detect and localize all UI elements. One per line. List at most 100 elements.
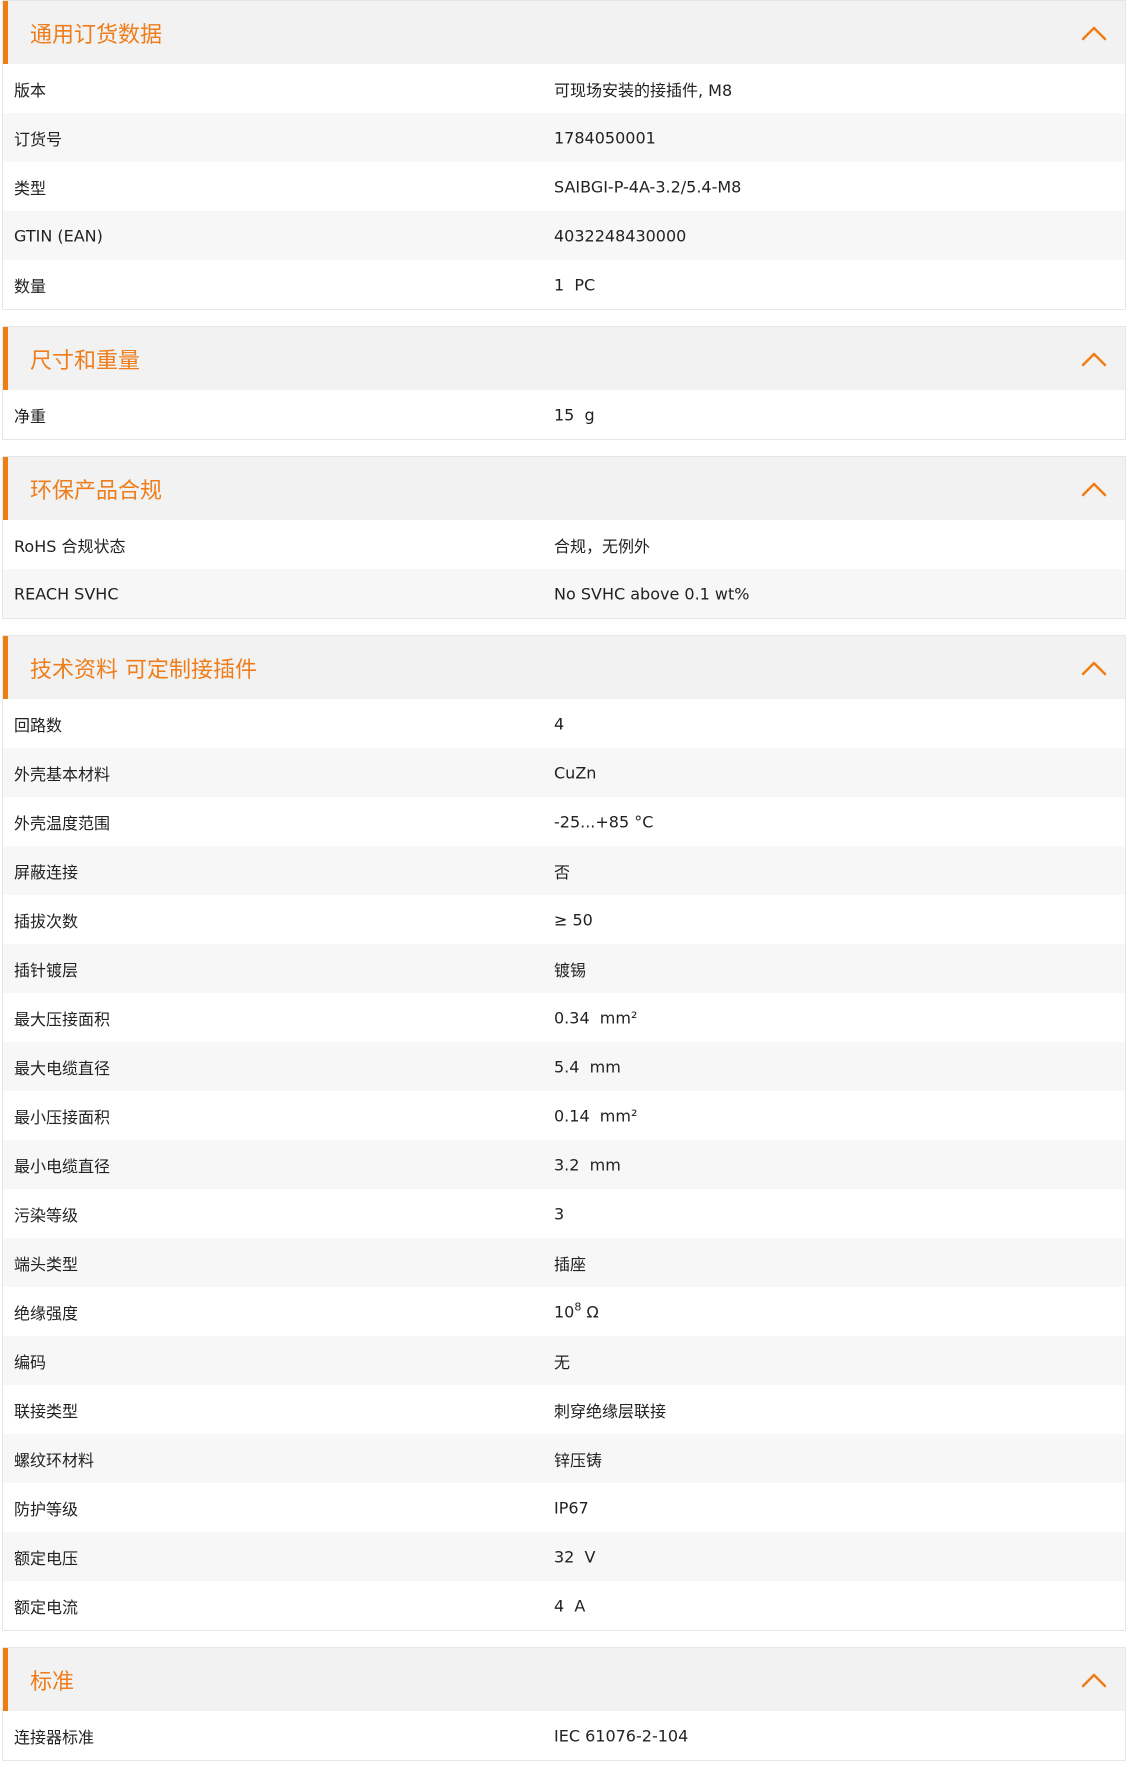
spec-row: 编码 无 (3, 1336, 1125, 1385)
spec-section: 通用订货数据版本 可现场安装的接插件, M8 订货号 1784050001 类型 SAIB… (2, 0, 1126, 310)
section-title: 环保产品合规 (30, 478, 163, 504)
section-header[interactable]: 技术资料 可定制接插件 (3, 636, 1125, 699)
spec-section: 标准连接器标准 IEC 61076-2-104 (2, 1647, 1126, 1761)
spec-value: 刺穿绝缘层联接 (554, 1401, 667, 1421)
spec-label: 最小压接面积 (14, 1107, 111, 1127)
spec-label: GTIN (EAN) (14, 226, 103, 245)
spec-value: 32 V (554, 1547, 596, 1566)
spec-value: 否 (554, 862, 571, 882)
spec-label: 屏蔽连接 (14, 862, 79, 882)
spec-value: IEC 61076-2-104 (554, 1726, 689, 1745)
spec-row: 最小电缆直径 3.2 mm (3, 1140, 1125, 1189)
spec-row: 最大电缆直径 5.4 mm (3, 1042, 1125, 1091)
spec-label: REACH SVHC (14, 584, 119, 603)
spec-value: 1784050001 (554, 128, 656, 147)
section-body: 版本 可现场安装的接插件, M8 订货号 1784050001 类型 SAIBGI-P-4… (3, 64, 1125, 309)
spec-label: 订货号 (14, 129, 63, 149)
spec-label: 绝缘强度 (14, 1303, 79, 1323)
spec-value: -25...+85 °C (554, 812, 654, 831)
spec-value: 15 g (554, 405, 595, 424)
chevron-up-icon[interactable] (1081, 350, 1107, 368)
spec-value: IP67 (554, 1498, 589, 1517)
spec-row: 屏蔽连接 否 (3, 846, 1125, 895)
spec-value: 4 A (554, 1596, 586, 1615)
spec-value-base: 10 (554, 1302, 575, 1321)
spec-label: 螺纹环材料 (14, 1450, 95, 1470)
spec-row: 回路数 4 (3, 699, 1125, 748)
spec-row: 最小压接面积 0.14 mm² (3, 1091, 1125, 1140)
spec-row: RoHS 合规状态 合规，无例外 (3, 520, 1125, 569)
section-title: 通用订货数据 (30, 22, 163, 48)
section-title: 尺寸和重量 (30, 348, 141, 374)
spec-label: 插针镀层 (14, 960, 79, 980)
chevron-up-icon[interactable] (1081, 480, 1107, 498)
product-spec-accordion: 通用订货数据版本 可现场安装的接插件, M8 订货号 1784050001 类型 SAIB… (0, 0, 1128, 1761)
spec-label: 插拔次数 (14, 911, 79, 931)
section-body: 连接器标准 IEC 61076-2-104 (3, 1711, 1125, 1760)
spec-row: 防护等级 IP67 (3, 1483, 1125, 1532)
spec-value: 无 (554, 1352, 571, 1372)
spec-row: 订货号 1784050001 (3, 113, 1125, 162)
spec-row: 端头类型 插座 (3, 1238, 1125, 1287)
spec-row: 净重 15 g (3, 390, 1125, 439)
spec-value: No SVHC above 0.1 wt% (554, 584, 750, 603)
spec-value: 可现场安装的接插件, M8 (554, 80, 733, 100)
section-body: 回路数 4 外壳基本材料 CuZn 外壳温度范围 -25...+85 °C 屏蔽连接 否插拔次… (3, 699, 1125, 1630)
section-title: 标准 (30, 1669, 75, 1695)
spec-value: 0.34 mm² (554, 1008, 638, 1027)
spec-row: 污染等级 3 (3, 1189, 1125, 1238)
section-header[interactable]: 环保产品合规 (3, 457, 1125, 520)
spec-value: 5.4 mm (554, 1057, 621, 1076)
spec-label: 额定电压 (14, 1548, 79, 1568)
chevron-up-icon[interactable] (1081, 659, 1107, 677)
chevron-up-icon[interactable] (1081, 24, 1107, 42)
spec-row: 数量 1 PC (3, 260, 1125, 309)
spec-value: ≥ 50 (554, 910, 593, 929)
spec-section: 环保产品合规 RoHS 合规状态 合规，无例外 REACH SVHC No SVHC a… (2, 456, 1126, 619)
spec-section: 尺寸和重量净重 15 g (2, 326, 1126, 440)
section-header[interactable]: 尺寸和重量 (3, 327, 1125, 390)
spec-row: 额定电流 4 A (3, 1581, 1125, 1630)
spec-row: 额定电压 32 V (3, 1532, 1125, 1581)
spec-value: 锌压铸 (554, 1450, 603, 1470)
spec-row: 外壳温度范围 -25...+85 °C (3, 797, 1125, 846)
spec-row: 版本 可现场安装的接插件, M8 (3, 64, 1125, 113)
spec-row: 类型 SAIBGI-P-4A-3.2/5.4-M8 (3, 162, 1125, 211)
spec-value: 108 Ω (554, 1301, 599, 1321)
spec-value: 合规，无例外 (554, 536, 651, 556)
spec-value: 0.14 mm² (554, 1106, 638, 1125)
section-header[interactable]: 通用订货数据 (3, 1, 1125, 64)
spec-label: 连接器标准 (14, 1727, 95, 1747)
spec-row: REACH SVHC No SVHC above 0.1 wt% (3, 569, 1125, 618)
spec-value: CuZn (554, 763, 597, 782)
spec-label: 外壳温度范围 (14, 813, 111, 833)
section-header[interactable]: 标准 (3, 1648, 1125, 1711)
spec-row: 插针镀层 镀锡 (3, 944, 1125, 993)
spec-row: 绝缘强度 108 Ω (3, 1287, 1125, 1336)
spec-label: 联接类型 (14, 1401, 79, 1421)
spec-label: 最小电缆直径 (14, 1156, 111, 1176)
spec-label: 外壳基本材料 (14, 764, 111, 784)
spec-label: 污染等级 (14, 1205, 79, 1225)
spec-label: 最大压接面积 (14, 1009, 111, 1029)
spec-row: 最大压接面积 0.34 mm² (3, 993, 1125, 1042)
spec-label: 最大电缆直径 (14, 1058, 111, 1078)
spec-value: 4032248430000 (554, 226, 687, 245)
spec-row: GTIN (EAN) 4032248430000 (3, 211, 1125, 260)
spec-label: 净重 (14, 406, 47, 426)
spec-value: 3.2 mm (554, 1155, 621, 1174)
spec-row: 联接类型 刺穿绝缘层联接 (3, 1385, 1125, 1434)
spec-label: 编码 (14, 1352, 47, 1372)
spec-value: 插座 (554, 1254, 587, 1274)
spec-label: 回路数 (14, 715, 63, 735)
spec-value: 3 (554, 1204, 565, 1223)
chevron-up-icon[interactable] (1081, 1671, 1107, 1689)
section-title: 技术资料 可定制接插件 (30, 657, 257, 683)
spec-row: 连接器标准 IEC 61076-2-104 (3, 1711, 1125, 1760)
spec-label: 类型 (14, 178, 47, 198)
spec-label: 版本 (14, 80, 47, 100)
spec-section: 技术资料 可定制接插件回路数 4 外壳基本材料 CuZn 外壳温度范围 -25...+85… (2, 635, 1126, 1631)
spec-label: 防护等级 (14, 1499, 79, 1519)
spec-row: 插拔次数 ≥ 50 (3, 895, 1125, 944)
spec-value-unit: Ω (581, 1302, 599, 1321)
